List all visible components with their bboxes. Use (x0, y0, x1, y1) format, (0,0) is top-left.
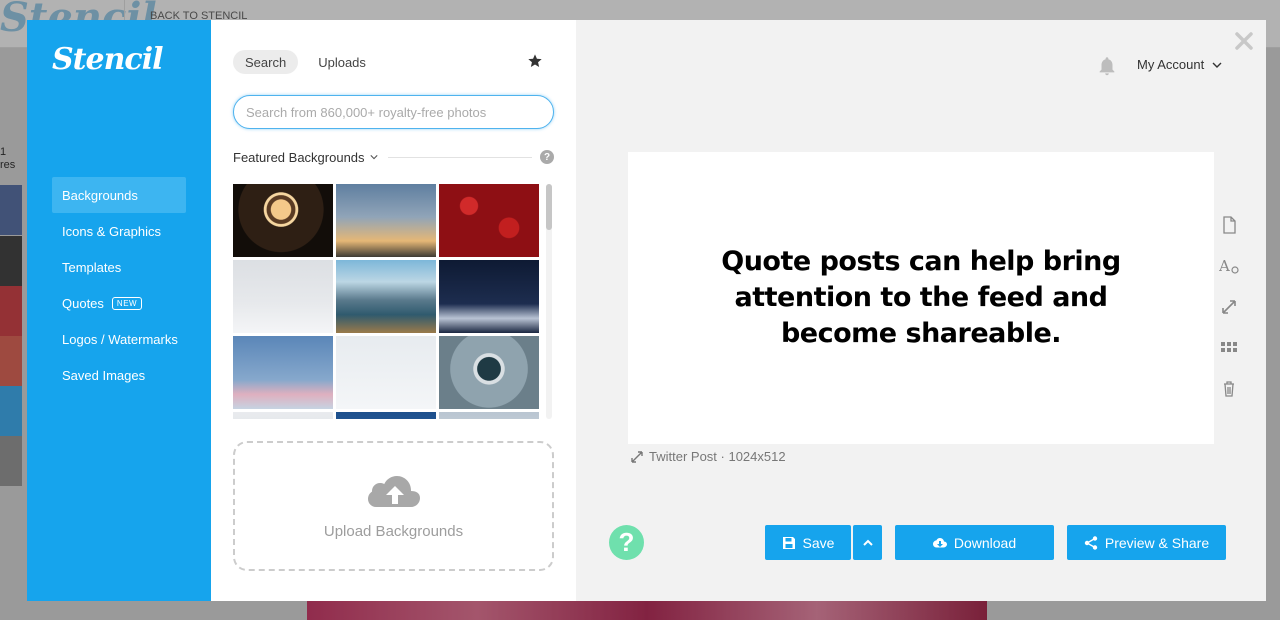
thumb-red-roses[interactable] (439, 184, 539, 257)
favorites-star-icon[interactable] (527, 53, 543, 69)
thumb-coffee-mittens[interactable] (439, 336, 539, 409)
sidebar-item-logos-watermarks[interactable]: Logos / Watermarks (52, 321, 186, 357)
panel-tabs: Search Uploads (233, 50, 378, 74)
download-label: Download (953, 534, 1017, 551)
thumb-night-forest[interactable] (439, 260, 539, 333)
sidebar-nav: Backgrounds Icons & Graphics Templates Q… (52, 177, 186, 393)
thumb-winter-tree[interactable] (233, 260, 333, 333)
floppy-disk-icon (782, 536, 795, 549)
expand-icon[interactable] (1219, 298, 1239, 316)
notifications-bell-icon[interactable] (1096, 55, 1118, 77)
sidebar-item-saved-images[interactable]: Saved Images (52, 357, 186, 393)
download-button[interactable]: Download (895, 525, 1054, 560)
design-canvas[interactable]: Quote posts can help bring attention to … (628, 152, 1214, 444)
sidebar-item-templates[interactable]: Templates (52, 249, 186, 285)
sidebar-item-icons-graphics[interactable]: Icons & Graphics (52, 213, 186, 249)
sidebar-item-label: Templates (62, 259, 122, 275)
sidebar-item-label: Saved Images (62, 367, 146, 383)
sidebar: Stencil Backgrounds Icons & Graphics Tem… (27, 20, 211, 601)
chevron-up-icon (862, 539, 873, 546)
quote-text[interactable]: Quote posts can help bring attention to … (701, 244, 1141, 352)
featured-backgrounds-header: Featured Backgrounds ? (233, 149, 554, 165)
save-button[interactable]: Save (765, 525, 851, 560)
thumb-partial-1[interactable] (233, 412, 333, 419)
close-icon[interactable] (1233, 30, 1255, 52)
sidebar-item-label: Quotes (62, 295, 104, 311)
stencil-modal: Stencil Backgrounds Icons & Graphics Tem… (27, 20, 1266, 601)
svg-text:A: A (1219, 257, 1230, 275)
section-divider (387, 156, 532, 158)
tab-uploads[interactable]: Uploads (306, 50, 378, 74)
save-options-button[interactable] (853, 525, 882, 560)
thumb-mountain-lake[interactable] (336, 260, 436, 333)
scrollbar-thumb[interactable] (546, 184, 552, 230)
sidebar-item-quotes[interactable]: Quotes NEW (52, 285, 186, 321)
chevron-down-icon (1212, 62, 1222, 68)
sidebar-item-label: Icons & Graphics (62, 223, 161, 239)
cloud-upload-icon (368, 476, 420, 507)
resize-icon (631, 450, 643, 463)
save-label: Save (802, 534, 835, 551)
new-page-icon[interactable] (1219, 216, 1239, 234)
thumb-sunset-couple[interactable] (336, 184, 436, 257)
help-icon[interactable]: ? (540, 150, 554, 164)
thumb-pink-tree[interactable] (233, 336, 333, 409)
sidebar-item-backgrounds[interactable]: Backgrounds (52, 177, 186, 213)
preview-share-button[interactable]: Preview & Share (1067, 525, 1226, 560)
backgrounds-panel: Search Uploads Featured Backgrounds ? Up… (211, 20, 576, 601)
upload-backgrounds-dropzone[interactable]: Upload Backgrounds (233, 441, 554, 571)
new-badge: NEW (111, 296, 143, 310)
thumbnail-grid (233, 184, 539, 419)
help-button[interactable]: ? (609, 525, 644, 560)
sidebar-item-label: Logos / Watermarks (62, 331, 178, 347)
cloud-download-icon (932, 537, 947, 547)
canvas-toolbar: A (1218, 216, 1239, 421)
thumb-partial-2[interactable] (336, 412, 436, 419)
grid-icon[interactable] (1219, 339, 1239, 357)
stencil-logo: Stencil (52, 42, 163, 77)
tab-search[interactable]: Search (233, 50, 299, 74)
preview-share-label: Preview & Share (1104, 534, 1210, 551)
my-account-label: My Account (1137, 57, 1205, 72)
add-text-icon[interactable]: A (1218, 257, 1239, 275)
my-account-menu[interactable]: My Account (1137, 57, 1222, 72)
thumb-squirrel-snow[interactable] (336, 336, 436, 409)
sidebar-item-label: Backgrounds (62, 187, 138, 203)
canvas-size-label: Twitter Post · 1024x512 (649, 449, 786, 464)
upload-backgrounds-label: Upload Backgrounds (323, 523, 464, 540)
thumb-woman-lights[interactable] (233, 184, 333, 257)
thumb-partial-3[interactable] (439, 412, 539, 419)
trash-icon[interactable] (1219, 380, 1239, 398)
thumbnail-scrollbar[interactable] (546, 184, 552, 419)
canvas-size-info[interactable]: Twitter Post · 1024x512 (631, 449, 786, 464)
thumbnail-grid-viewport (233, 184, 539, 419)
share-icon (1084, 535, 1098, 550)
search-input[interactable] (233, 95, 554, 129)
chevron-down-icon[interactable] (369, 153, 378, 161)
featured-backgrounds-dropdown[interactable]: Featured Backgrounds (233, 150, 365, 165)
